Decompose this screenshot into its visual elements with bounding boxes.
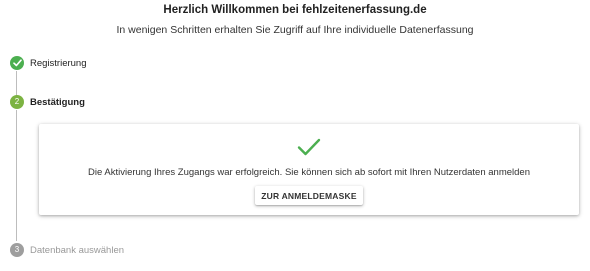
- step-datenbank-auswaehlen[interactable]: 3 Datenbank auswählen: [10, 243, 124, 257]
- step-label: Bestätigung: [30, 96, 85, 108]
- step-bestaetigung[interactable]: 2 Bestätigung: [10, 95, 85, 109]
- activation-message: Die Aktivierung Ihres Zugangs war erfolg…: [88, 167, 530, 178]
- step-label: Registrierung: [30, 57, 87, 69]
- page-title: Herzlich Willkommen bei fehlzeitenerfass…: [163, 4, 427, 16]
- success-check-icon: [297, 138, 321, 156]
- step-1-check-circle: [10, 56, 24, 70]
- step-registrierung[interactable]: Registrierung: [10, 56, 87, 70]
- check-icon: [12, 59, 22, 67]
- step-2-number-circle: 2: [10, 95, 24, 109]
- stepper-connector-2: [16, 110, 17, 241]
- stepper-connector-1: [16, 71, 17, 96]
- activation-card: Die Aktivierung Ihres Zugangs war erfolg…: [39, 124, 579, 215]
- step-3-number-circle: 3: [10, 243, 24, 257]
- to-login-button[interactable]: ZUR ANMELDEMASKE: [255, 186, 363, 205]
- page: Herzlich Willkommen bei fehlzeitenerfass…: [0, 0, 590, 271]
- page-subtitle: In wenigen Schritten erhalten Sie Zugrif…: [116, 24, 474, 36]
- step-label: Datenbank auswählen: [30, 244, 125, 256]
